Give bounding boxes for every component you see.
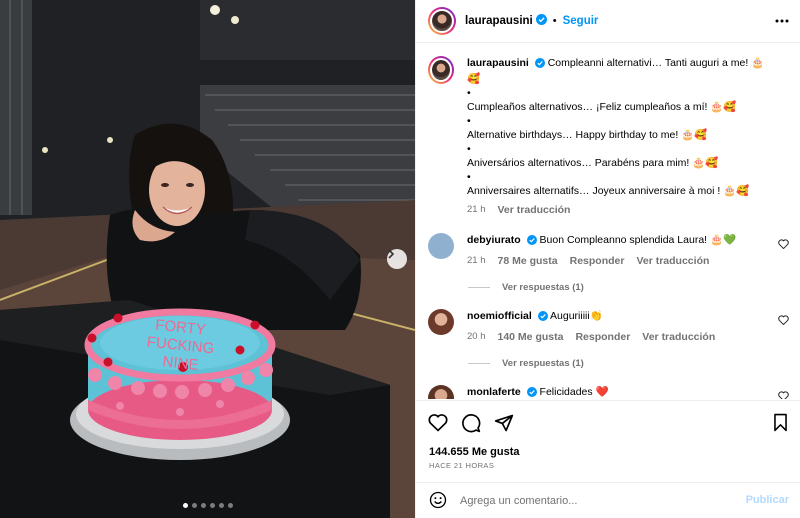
post-header: laurapausini • Seguir <box>416 0 800 43</box>
carousel-dot-2 <box>191 503 197 508</box>
view-replies-label: Ver respuestas (1) <box>502 282 584 293</box>
comment: debyiurato Buon Compleanno splendida Lau… <box>428 233 789 268</box>
comment-meta: 20 h 140 Me gusta Responder Ver traducci… <box>467 330 767 344</box>
comment-body: debyiurato Buon Compleanno splendida Lau… <box>467 233 767 268</box>
save-bookmark-icon[interactable] <box>772 413 789 435</box>
commenter-avatar[interactable] <box>428 233 454 259</box>
comment-time: 20 h <box>467 331 486 342</box>
caption-body: laurapausini Compleanni alternativi… Tan… <box>467 56 767 217</box>
comment-meta: 21 h 78 Me gusta Responder Ver traducció… <box>467 254 767 268</box>
replies-divider <box>468 287 490 288</box>
verified-badge-icon <box>535 14 547 28</box>
photo-illustration: FORTY FUCKING NINE <box>0 0 415 518</box>
replies-divider <box>468 363 490 364</box>
caption-line: • <box>467 87 471 99</box>
caption: laurapausini Compleanni alternativi… Tan… <box>428 56 789 217</box>
carousel-dot-3 <box>200 503 206 508</box>
author-username[interactable]: laurapausini <box>465 15 533 27</box>
commenter-username[interactable]: noemiofficial <box>467 310 532 322</box>
more-options-icon[interactable] <box>775 14 789 26</box>
reply-button[interactable]: Responder <box>575 331 630 343</box>
add-comment-bar: Publicar <box>416 482 800 518</box>
caption-line: • <box>467 115 471 127</box>
verified-badge-icon <box>526 387 537 399</box>
carousel-dot-4 <box>209 503 215 508</box>
next-slide-button[interactable] <box>387 249 407 269</box>
like-heart-icon[interactable] <box>428 413 448 436</box>
caption-translate-link[interactable]: Ver traducción <box>498 204 571 216</box>
commenter-username[interactable]: monlaferte <box>467 386 521 398</box>
caption-line: • <box>467 171 471 183</box>
comment-text: Felicidades ❤️ <box>539 386 609 398</box>
verified-badge-icon <box>537 311 548 325</box>
comment-body: monlaferte Felicidades ❤️ <box>467 385 767 399</box>
caption-time: 21 h <box>467 204 486 215</box>
comment-body: noemiofficial Auguriiiii👏 20 h 140 Me gu… <box>467 309 767 344</box>
post-likes-count[interactable]: 144.655 Me gusta <box>429 446 520 458</box>
comment: monlaferte Felicidades ❤️ <box>428 385 789 399</box>
view-replies-button[interactable]: Ver respuestas (1) <box>468 282 789 293</box>
post-actions: 144.655 Me gusta HACE 21 HORAS Publicar <box>416 400 800 518</box>
caption-line: Aniversários alternativos… Parabéns para… <box>467 157 719 169</box>
carousel-dot-5 <box>218 503 224 508</box>
post-timestamp: HACE 21 HORAS <box>429 461 495 470</box>
emoji-smiley-icon[interactable] <box>429 491 447 512</box>
carousel-dot-1 <box>182 503 188 508</box>
publish-button[interactable]: Publicar <box>746 494 789 506</box>
share-paper-plane-icon[interactable] <box>494 413 514 436</box>
caption-line: Alternative birthdays… Happy birthday to… <box>467 129 708 141</box>
comment-translate-link[interactable]: Ver traducción <box>636 255 709 267</box>
commenter-avatar[interactable] <box>428 309 454 335</box>
view-replies-label: Ver respuestas (1) <box>502 358 584 369</box>
comment-text: Buon Compleanno splendida Laura! 🎂💚 <box>539 234 737 246</box>
view-replies-button[interactable]: Ver respuestas (1) <box>468 358 789 369</box>
comment-input[interactable] <box>460 495 730 507</box>
like-comment-heart-icon[interactable] <box>778 391 789 399</box>
like-comment-heart-icon[interactable] <box>778 239 789 252</box>
like-comment-heart-icon[interactable] <box>778 315 789 328</box>
comment-text: Auguriiiii👏 <box>550 310 603 322</box>
comment-likes[interactable]: 78 Me gusta <box>498 255 558 267</box>
post-photo[interactable]: FORTY FUCKING NINE <box>0 0 415 518</box>
action-icons <box>428 413 514 436</box>
caption-username[interactable]: laurapausini <box>467 57 529 69</box>
caption-line: Cumpleaños alternativos… ¡Feliz cumpleañ… <box>467 101 737 113</box>
comment-time: 21 h <box>467 255 486 266</box>
comments-list[interactable]: laurapausini Compleanni alternativi… Tan… <box>416 44 800 399</box>
carousel-dot-6 <box>227 503 233 508</box>
verified-badge-icon <box>534 58 545 72</box>
reply-button[interactable]: Responder <box>570 255 625 267</box>
commenter-avatar[interactable] <box>428 385 454 399</box>
comment: noemiofficial Auguriiiii👏 20 h 140 Me gu… <box>428 309 789 344</box>
author-avatar[interactable] <box>428 7 456 35</box>
header-separator: • <box>552 15 557 27</box>
caption-line: Anniversaires alternatifs… Joyeux annive… <box>467 185 750 197</box>
verified-badge-icon <box>526 235 537 249</box>
comment-translate-link[interactable]: Ver traducción <box>642 331 715 343</box>
caption-line: • <box>467 143 471 155</box>
carousel-indicator <box>0 503 415 508</box>
comment-bubble-icon[interactable] <box>461 413 481 436</box>
post-side-panel: laurapausini • Seguir laurapausini Compl… <box>415 0 800 518</box>
caption-meta: 21 h Ver traducción <box>467 203 767 217</box>
follow-button[interactable]: Seguir <box>563 15 599 27</box>
caption-avatar[interactable] <box>428 56 454 84</box>
comment-likes[interactable]: 140 Me gusta <box>498 331 564 343</box>
commenter-username[interactable]: debyiurato <box>467 234 521 246</box>
